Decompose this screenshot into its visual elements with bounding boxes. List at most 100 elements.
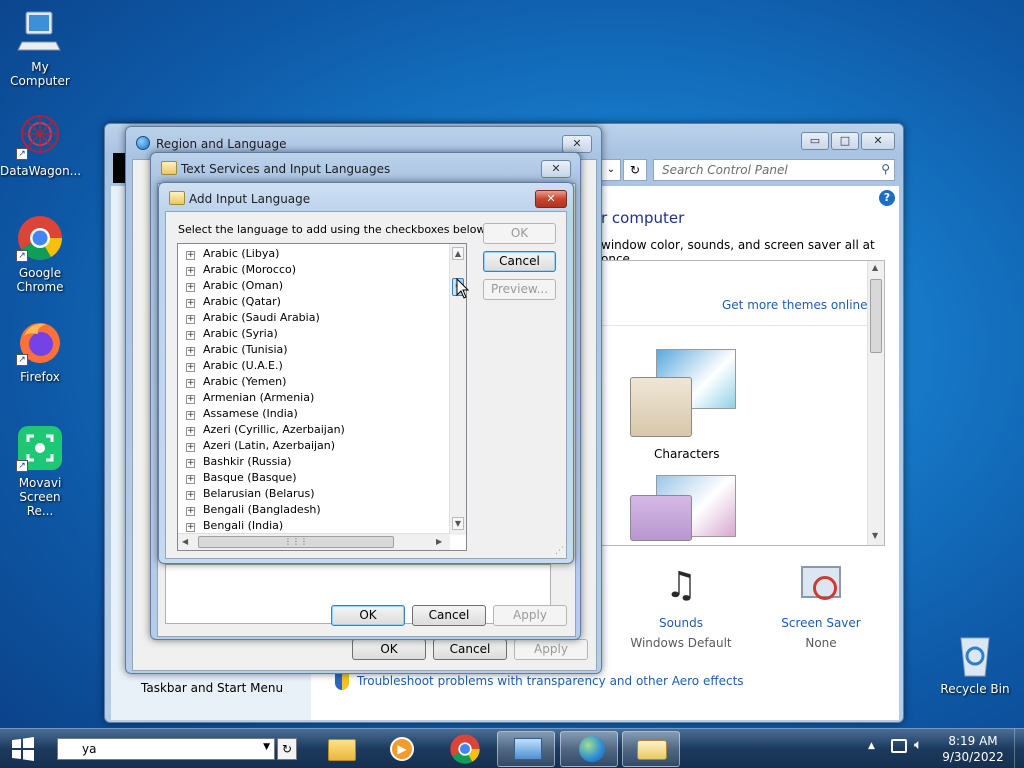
- taskbar-region-language[interactable]: [560, 731, 618, 767]
- cancel-button[interactable]: Cancel: [433, 639, 507, 660]
- apply-button[interactable]: Apply: [514, 639, 588, 660]
- expand-icon[interactable]: +: [186, 347, 195, 356]
- desktop-icon-label: Recycle Bin: [940, 682, 1010, 696]
- language-tree-item[interactable]: + Arabic (Oman): [186, 278, 283, 294]
- close-button[interactable]: ✕: [535, 190, 567, 208]
- hscroll-thumb[interactable]: ⋮⋮⋮: [198, 536, 394, 548]
- network-icon[interactable]: [891, 739, 907, 753]
- expand-icon[interactable]: +: [186, 299, 195, 308]
- desktop-icon-movavi[interactable]: ↗ Movavi Screen Re...: [0, 424, 80, 518]
- shortcut-arrow-icon: ↗: [16, 460, 28, 472]
- taskbar-chrome[interactable]: [436, 731, 494, 767]
- sounds-label[interactable]: Sounds: [621, 616, 741, 630]
- language-tree-item[interactable]: + Bengali (Bangladesh): [186, 502, 321, 518]
- expand-icon[interactable]: +: [186, 491, 195, 500]
- language-tree-item[interactable]: + Bashkir (Russia): [186, 454, 291, 470]
- sounds-setting[interactable]: ♫ Sounds Windows Default: [621, 562, 741, 650]
- taskbar-search-box[interactable]: ya ▼: [57, 738, 275, 760]
- start-button[interactable]: [8, 733, 44, 765]
- desktop-icon-recycle-bin[interactable]: Recycle Bin: [935, 630, 1015, 696]
- theme-preview-characters[interactable]: [618, 349, 768, 439]
- refresh-button[interactable]: ↻: [623, 159, 647, 181]
- screen-saver-label[interactable]: Screen Saver: [761, 616, 881, 630]
- desktop-icon-datawagon[interactable]: ↗ DataWagon...: [0, 112, 81, 178]
- taskbar-text-services[interactable]: [622, 731, 680, 767]
- ok-button[interactable]: OK: [483, 223, 556, 244]
- language-tree-item[interactable]: + Belarusian (Belarus): [186, 486, 315, 502]
- language-tree-item[interactable]: + Arabic (Qatar): [186, 294, 281, 310]
- language-tree-item[interactable]: + Azeri (Cyrillic, Azerbaijan): [186, 422, 345, 438]
- keyboard-icon: [637, 740, 667, 760]
- volume-icon[interactable]: 🔈︎: [914, 737, 922, 753]
- scroll-left-arrow[interactable]: ◀: [182, 537, 188, 546]
- expand-icon[interactable]: +: [186, 475, 195, 484]
- desktop-icon-firefox[interactable]: ↗ Firefox: [0, 318, 80, 384]
- language-tree-item[interactable]: + Arabic (Yemen): [186, 374, 286, 390]
- expand-icon[interactable]: +: [186, 443, 195, 452]
- language-tree-item[interactable]: + Arabic (Libya): [186, 246, 279, 262]
- troubleshoot-link[interactable]: Troubleshoot problems with transparency …: [357, 674, 744, 688]
- expand-icon[interactable]: +: [186, 363, 195, 372]
- close-button[interactable]: ✕: [541, 160, 571, 178]
- scroll-right-arrow[interactable]: ▶: [436, 537, 442, 546]
- taskbar-start-menu-link[interactable]: Taskbar and Start Menu: [141, 681, 283, 695]
- search-icon[interactable]: ⚲: [881, 162, 890, 176]
- language-tree-item[interactable]: + Basque (Basque): [186, 470, 297, 486]
- cancel-button[interactable]: Cancel: [483, 251, 556, 272]
- clock[interactable]: 8:19 AM 9/30/2022: [940, 733, 1006, 765]
- language-tree-item[interactable]: + Arabic (Saudi Arabia): [186, 310, 320, 326]
- close-button[interactable]: ✕: [861, 132, 895, 150]
- taskbar-refresh-button[interactable]: ↻: [277, 738, 297, 760]
- expand-icon[interactable]: +: [186, 427, 195, 436]
- show-hidden-icons-button[interactable]: ▲: [868, 741, 875, 751]
- maximize-button[interactable]: □: [831, 132, 859, 150]
- language-tree-item[interactable]: + Bengali (India): [186, 518, 283, 534]
- horizontal-scrollbar[interactable]: ◀ ⋮⋮⋮ ▶: [178, 533, 450, 550]
- address-dropdown-button[interactable]: ⌄: [601, 159, 621, 181]
- language-tree-item[interactable]: + Arabic (Morocco): [186, 262, 296, 278]
- search-control-panel-box[interactable]: Search Control Panel ⚲: [653, 159, 895, 181]
- expand-icon[interactable]: +: [186, 331, 195, 340]
- taskbar-control-panel[interactable]: [497, 731, 555, 767]
- search-input[interactable]: Search Control Panel: [662, 163, 788, 177]
- language-tree[interactable]: + Arabic (Libya) + Arabic (Morocco) + Arabic …: [177, 243, 467, 551]
- language-tree-item[interactable]: + Arabic (U.A.E.): [186, 358, 283, 374]
- language-tree-item[interactable]: + Arabic (Syria): [186, 326, 278, 342]
- language-tree-item[interactable]: + Arabic (Tunisia): [186, 342, 288, 358]
- close-button[interactable]: ✕: [562, 135, 592, 153]
- get-more-themes-link[interactable]: Get more themes online: [722, 298, 868, 312]
- expand-icon[interactable]: +: [186, 315, 195, 324]
- expand-icon[interactable]: +: [186, 379, 195, 388]
- ok-button[interactable]: OK: [352, 639, 426, 660]
- cancel-button[interactable]: Cancel: [412, 605, 486, 626]
- scroll-down-arrow[interactable]: ▼: [452, 517, 464, 530]
- screen-saver-setting[interactable]: Screen Saver None: [761, 562, 881, 650]
- taskbar-media-player[interactable]: ▶: [372, 731, 430, 767]
- taskbar-file-explorer[interactable]: [312, 731, 370, 767]
- language-tree-item[interactable]: + Armenian (Armenia): [186, 390, 314, 406]
- ok-button[interactable]: OK: [331, 605, 405, 626]
- minimize-button[interactable]: ▭: [801, 132, 829, 150]
- expand-icon[interactable]: +: [186, 267, 195, 276]
- expand-icon[interactable]: +: [186, 523, 195, 532]
- desktop-icon-my-computer[interactable]: My Computer: [0, 8, 80, 88]
- themes-scrollbar[interactable]: ▲ ▼: [867, 261, 884, 545]
- desktop-icon-chrome[interactable]: ↗ Google Chrome: [0, 214, 80, 294]
- language-tree-item[interactable]: + Assamese (India): [186, 406, 298, 422]
- taskbar-search-input[interactable]: ya: [82, 742, 96, 756]
- help-icon[interactable]: ?: [879, 190, 895, 206]
- preview-button[interactable]: Preview...: [483, 279, 556, 300]
- theme-preview-2[interactable]: [618, 471, 768, 541]
- expand-icon[interactable]: +: [186, 411, 195, 420]
- scroll-up-arrow[interactable]: ▲: [452, 247, 464, 260]
- expand-icon[interactable]: +: [186, 459, 195, 468]
- expand-icon[interactable]: +: [186, 283, 195, 292]
- dropdown-arrow-icon[interactable]: ▼: [263, 742, 270, 752]
- language-tree-item[interactable]: + Azeri (Latin, Azerbaijan): [186, 438, 335, 454]
- apply-button[interactable]: Apply: [493, 605, 567, 626]
- expand-icon[interactable]: +: [186, 395, 195, 404]
- show-desktop-button[interactable]: [1014, 729, 1024, 768]
- expand-icon[interactable]: +: [186, 251, 195, 260]
- expand-icon[interactable]: +: [186, 507, 195, 516]
- scrollbar-thumb[interactable]: [870, 279, 882, 353]
